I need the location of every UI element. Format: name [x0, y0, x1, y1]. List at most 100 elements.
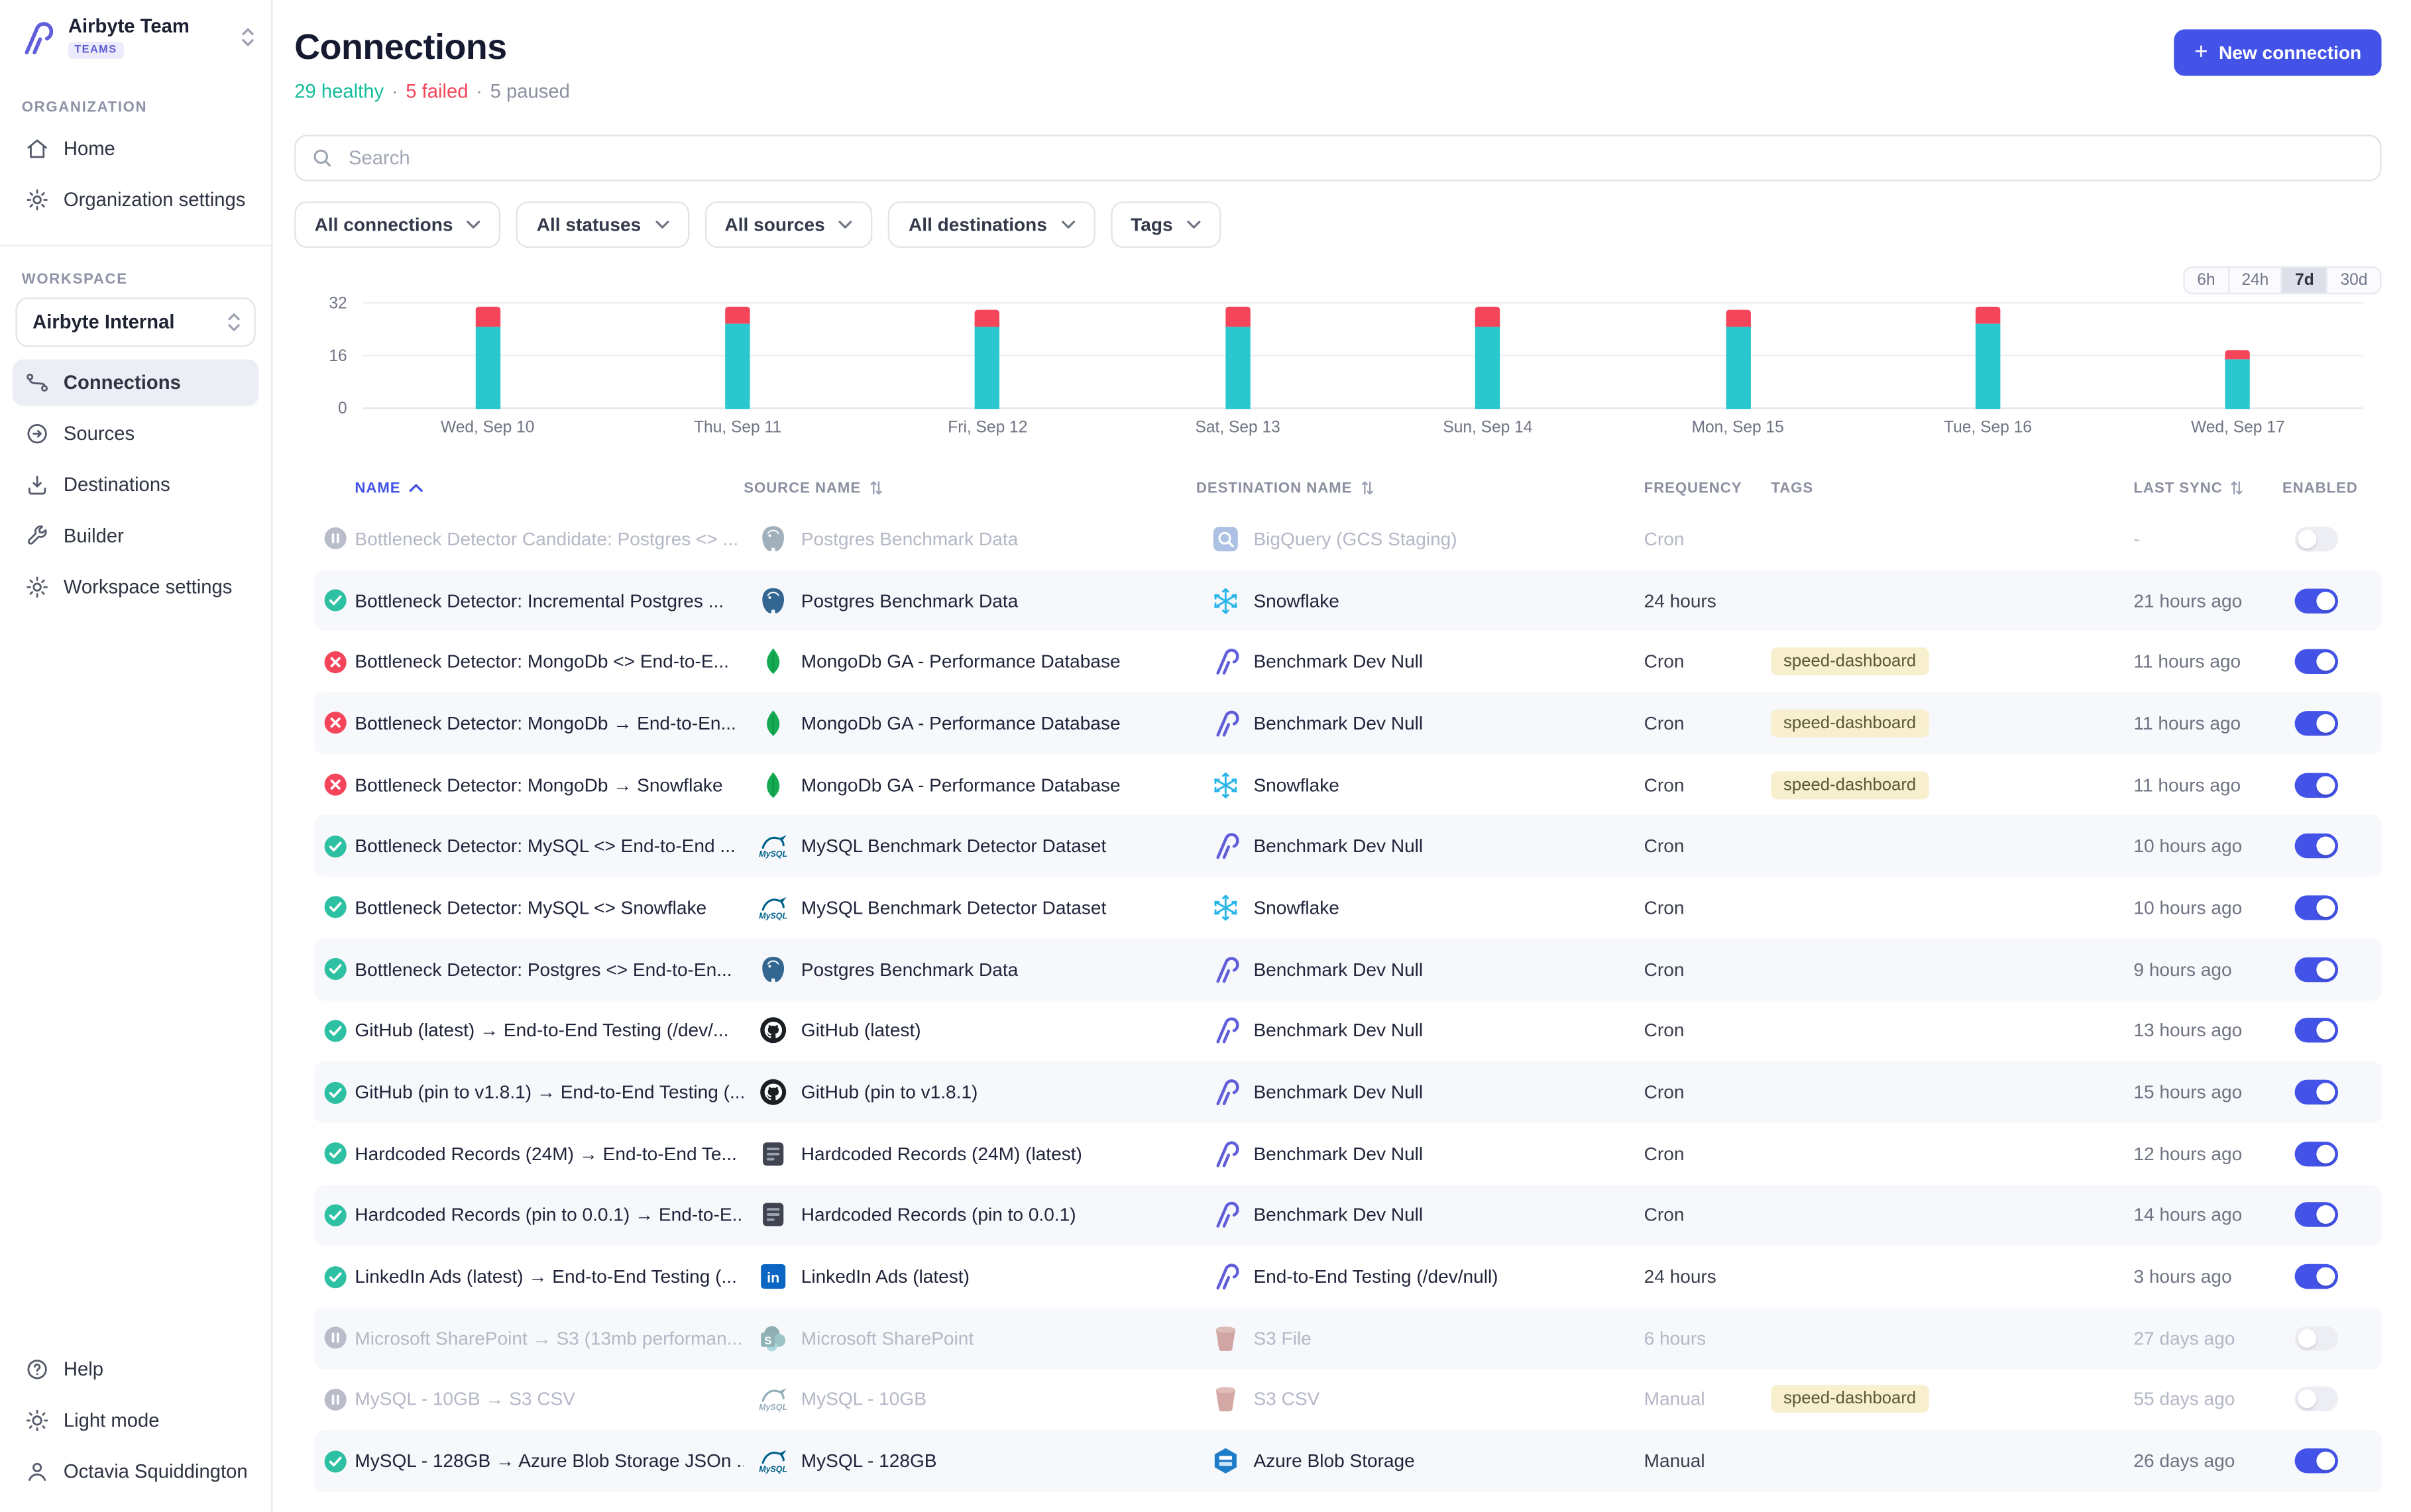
sidebar-item-home[interactable]: Home [13, 125, 259, 172]
sidebar-item-label: Sources [64, 423, 135, 445]
sidebar-item-destinations[interactable]: Destinations [13, 462, 259, 508]
sidebar-item-octavia-squiddington[interactable]: Octavia Squiddington [13, 1448, 259, 1495]
enabled-toggle[interactable] [2295, 1326, 2338, 1350]
filter-tags[interactable]: Tags [1111, 201, 1221, 248]
sync-bar[interactable] [1726, 310, 1750, 409]
sync-bar[interactable] [1475, 307, 1500, 409]
sort-icon [2230, 480, 2244, 496]
table-row[interactable]: Bottleneck Detector: MySQL <> End-to-End… [315, 816, 2382, 877]
col-header-label: LAST SYNC [2133, 480, 2222, 497]
enabled-toggle[interactable] [2295, 649, 2338, 674]
enabled-toggle[interactable] [2295, 1387, 2338, 1412]
connection-name: Bottleneck Detector: MySQL <> End-to-End… [355, 836, 744, 857]
enabled-toggle[interactable] [2295, 588, 2338, 612]
table-row[interactable]: Hardcoded Records (24M) → End-to-End Te.… [315, 1123, 2382, 1185]
table-row[interactable]: Bottleneck Detector Candidate: Postgres … [315, 508, 2382, 570]
tag-badge[interactable]: speed-dashboard [1771, 710, 1929, 737]
range-option-30d[interactable]: 30d [2326, 268, 2380, 292]
enabled-toggle[interactable] [2295, 1080, 2338, 1105]
toggle-knob [2298, 1328, 2316, 1347]
range-option-24h[interactable]: 24h [2227, 268, 2281, 292]
table-row[interactable]: GitHub (latest) → End-to-End Testing (/d… [315, 1000, 2382, 1061]
search-input[interactable] [345, 146, 2364, 170]
sidebar-item-label: Home [64, 138, 115, 160]
connection-name: Bottleneck Detector: MongoDb → Snowflake [355, 774, 744, 796]
last-sync-value: 27 days ago [2133, 1327, 2282, 1349]
table-row[interactable]: LinkedIn Ads (latest) → End-to-End Testi… [315, 1246, 2382, 1307]
enabled-toggle[interactable] [2295, 895, 2338, 920]
sidebar-item-help[interactable]: Help [13, 1346, 259, 1393]
sync-bar[interactable] [1976, 307, 2000, 409]
enabled-toggle[interactable] [2295, 1141, 2338, 1165]
enabled-toggle[interactable] [2295, 711, 2338, 735]
workspace-section-label: WORKSPACE [0, 271, 271, 288]
enabled-toggle[interactable] [2295, 1203, 2338, 1227]
table-row[interactable]: Microsoft SharePoint → S3 (13mb performa… [315, 1307, 2382, 1369]
tags-cell: speed-dashboard [1771, 1385, 2133, 1413]
table-row[interactable]: Bottleneck Detector: MongoDb → Snowflake… [315, 754, 2382, 816]
tag-badge[interactable]: speed-dashboard [1771, 771, 1929, 798]
filter-all-connections[interactable]: All connections [294, 201, 501, 248]
destination-cell: Benchmark Dev Null [1196, 708, 1644, 739]
sync-bar[interactable] [2225, 350, 2250, 409]
filter-all-destinations[interactable]: All destinations [889, 201, 1095, 248]
failed-count[interactable]: 5 failed [406, 81, 468, 103]
enabled-toggle[interactable] [2295, 834, 2338, 859]
search-box[interactable] [294, 135, 2381, 181]
page-title: Connections [294, 27, 570, 68]
builder-icon [25, 523, 49, 548]
table-row[interactable]: Bottleneck Detector: Incremental Postgre… [315, 570, 2382, 631]
range-option-7d[interactable]: 7d [2281, 268, 2326, 292]
source-name: LinkedIn Ads (latest) [801, 1266, 970, 1287]
table-row[interactable]: Bottleneck Detector: MongoDb → End-to-En… [315, 692, 2382, 754]
team-switcher[interactable]: Airbyte Team TEAMS [0, 0, 271, 74]
enabled-toggle[interactable] [2295, 957, 2338, 981]
x-axis-label: Wed, Sep 10 [363, 418, 612, 437]
filter-all-statuses[interactable]: All statuses [516, 201, 689, 248]
sync-bar[interactable] [976, 310, 1000, 409]
destination-name: Snowflake [1253, 590, 1339, 612]
filter-label: All statuses [537, 214, 641, 236]
table-row[interactable]: Hardcoded Records (pin to 0.0.1) → End-t… [315, 1185, 2382, 1246]
enabled-toggle[interactable] [2295, 1264, 2338, 1289]
sidebar-item-workspace-settings[interactable]: Workspace settings [13, 564, 259, 610]
enabled-toggle[interactable] [2295, 1448, 2338, 1473]
filter-all-sources[interactable]: All sources [704, 201, 873, 248]
enabled-toggle[interactable] [2295, 773, 2338, 797]
col-header-source-name[interactable]: SOURCE NAME [744, 480, 1196, 497]
enabled-toggle[interactable] [2295, 1018, 2338, 1043]
source-cell: SMicrosoft SharePoint [744, 1323, 1196, 1354]
table-row[interactable]: GitHub (pin to v1.8.1) → End-to-End Test… [315, 1061, 2382, 1123]
enabled-cell [2282, 588, 2382, 612]
tag-badge[interactable]: speed-dashboard [1771, 648, 1929, 676]
sun-icon [25, 1408, 49, 1432]
new-connection-button[interactable]: + New connection [2174, 29, 2382, 76]
table-row[interactable]: Bottleneck Detector: MongoDb <> End-to-E… [315, 631, 2382, 692]
healthy-count[interactable]: 29 healthy [294, 81, 384, 103]
tags-cell: speed-dashboard [1771, 771, 2133, 798]
sync-bar[interactable] [475, 307, 500, 409]
table-row[interactable]: MySQL - 10GB → S3 CSVMySQLMySQL - 10GBS3… [315, 1369, 2382, 1431]
sync-bar[interactable] [725, 307, 750, 409]
sidebar-item-organization-settings[interactable]: Organization settings [13, 177, 259, 223]
connection-name: Microsoft SharePoint → S3 (13mb performa… [355, 1327, 744, 1349]
sidebar-item-connections[interactable]: Connections [13, 359, 259, 405]
table-row[interactable]: Bottleneck Detector: MySQL <> SnowflakeM… [315, 877, 2382, 939]
tag-badge[interactable]: speed-dashboard [1771, 1385, 1929, 1413]
sync-bar[interactable] [1225, 307, 1250, 409]
table-row[interactable]: MySQL - 128GB → Azure Blob Storage JSOn … [315, 1431, 2382, 1492]
filter-label: All destinations [909, 214, 1047, 236]
airbyte-icon [1210, 953, 1241, 985]
filter-label: Tags [1131, 214, 1172, 236]
col-header-name[interactable]: NAME [355, 480, 744, 497]
col-header-destination-name[interactable]: DESTINATION NAME [1196, 480, 1644, 497]
col-header-last-sync[interactable]: LAST SYNC [2133, 480, 2282, 497]
table-row[interactable]: Bottleneck Detector: Postgres <> End-to-… [315, 938, 2382, 1000]
sidebar-item-builder[interactable]: Builder [13, 513, 259, 559]
sidebar-item-sources[interactable]: Sources [13, 411, 259, 457]
sidebar-item-light-mode[interactable]: Light mode [13, 1397, 259, 1444]
workspace-selector[interactable]: Airbyte Internal [15, 297, 255, 347]
enabled-toggle[interactable] [2295, 527, 2338, 551]
range-option-6h[interactable]: 6h [2185, 268, 2228, 292]
col-header-label: TAGS [1771, 480, 1813, 497]
